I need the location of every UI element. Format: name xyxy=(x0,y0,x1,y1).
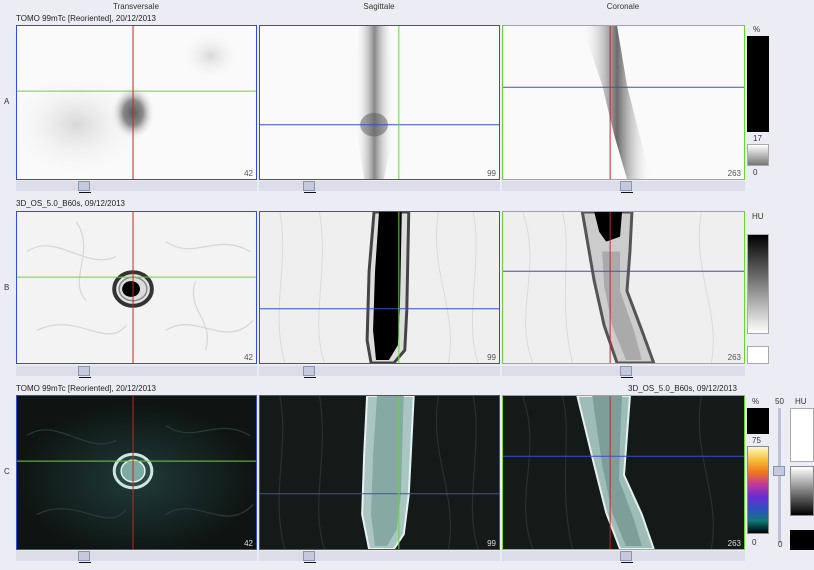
row-a-scale-unit: % xyxy=(753,25,761,34)
row-b-coronal-slider[interactable] xyxy=(502,366,745,378)
row-c-scale-top xyxy=(747,408,769,434)
slice-number: 263 xyxy=(727,353,741,362)
row-a-coronal-slider[interactable] xyxy=(502,181,745,193)
row-b-sagittal-view[interactable]: 99 xyxy=(259,211,500,364)
row-c-title-right: 3D_OS_5.0_B60s, 09/12/2013 xyxy=(628,384,737,393)
row-a-coronal-view[interactable]: 263 xyxy=(502,25,745,180)
row-b-title: 3D_OS_5.0_B60s, 09/12/2013 xyxy=(16,199,125,208)
row-c-scale-unit: % xyxy=(752,397,760,406)
column-header-transverse: Transversale xyxy=(113,2,159,11)
slider-thumb[interactable] xyxy=(620,366,633,378)
spect-sagittal-image xyxy=(260,26,499,179)
slice-number: 263 xyxy=(727,169,741,178)
row-b-sagittal-slider[interactable] xyxy=(259,366,500,378)
ct-sagittal-image xyxy=(260,212,499,363)
row-c-scale-value: 75 xyxy=(752,436,761,445)
row-c-hu-unit: HU xyxy=(795,397,807,406)
row-c-coronal-slider[interactable] xyxy=(502,551,745,563)
row-c-color-scale[interactable] xyxy=(747,446,769,534)
slider-thumb[interactable] xyxy=(303,181,316,193)
row-c-label: C xyxy=(4,467,10,476)
row-a-title: TOMO 99mTc [Reoriented], 20/12/2013 xyxy=(16,14,156,23)
slider-thumb[interactable] xyxy=(620,181,633,193)
row-c-coronal-view[interactable]: 263 xyxy=(502,395,745,550)
slice-number: 99 xyxy=(487,539,496,548)
row-c-hu-window-top xyxy=(790,408,814,462)
mix-slider-thumb[interactable] xyxy=(773,466,785,476)
row-b-intensity-scale[interactable] xyxy=(747,234,769,334)
row-a-scale-min: 0 xyxy=(753,168,758,177)
row-a-sagittal-view[interactable]: 99 xyxy=(259,25,500,180)
spect-transverse-image xyxy=(17,26,256,179)
ct-coronal-image xyxy=(503,212,744,363)
row-a-sagittal-slider[interactable] xyxy=(259,181,500,193)
spect-coronal-image xyxy=(503,26,744,179)
row-a-scale-gradient[interactable] xyxy=(747,144,769,166)
slider-thumb[interactable] xyxy=(303,366,316,378)
row-b-transverse-slider[interactable] xyxy=(16,366,257,378)
column-header-sagittal: Sagittale xyxy=(363,2,395,11)
slider-thumb[interactable] xyxy=(78,551,91,563)
row-c-transverse-slider[interactable] xyxy=(16,551,257,563)
row-c-scale-min: 0 xyxy=(752,538,757,547)
row-a-intensity-scale xyxy=(747,36,769,132)
row-c-title-left: TOMO 99mTc [Reoriented], 20/12/2013 xyxy=(16,384,156,393)
row-b-scale-unit: HU xyxy=(752,212,764,221)
column-header-coronal: Coronale xyxy=(606,2,640,11)
row-b-label: B xyxy=(4,283,10,292)
slice-number: 42 xyxy=(244,539,253,548)
slice-number: 99 xyxy=(487,353,496,362)
row-a-transverse-slider[interactable] xyxy=(16,181,257,193)
slider-thumb[interactable] xyxy=(620,551,633,563)
row-c-hu-scale[interactable] xyxy=(790,466,814,516)
slice-number: 42 xyxy=(244,353,253,362)
slice-number: 99 xyxy=(487,169,496,178)
row-c-hu-window-bottom xyxy=(790,530,814,550)
row-c-sagittal-view[interactable]: 99 xyxy=(259,395,500,550)
row-c-sagittal-slider[interactable] xyxy=(259,551,500,563)
fusion-transverse-image xyxy=(17,396,256,549)
mix-min: 0 xyxy=(778,540,783,549)
fusion-sagittal-image xyxy=(260,396,499,549)
slider-thumb[interactable] xyxy=(78,366,91,378)
fusion-coronal-image xyxy=(503,396,744,549)
row-b-transverse-view[interactable]: 42 xyxy=(16,211,257,364)
row-b-scale-window xyxy=(747,346,769,364)
slice-number: 42 xyxy=(244,169,253,178)
ct-transverse-image xyxy=(17,212,256,363)
row-a-scale-value: 17 xyxy=(753,134,762,143)
row-a-label: A xyxy=(4,97,10,106)
row-c-transverse-view[interactable]: 42 xyxy=(16,395,257,550)
row-a-transverse-view[interactable]: 42 xyxy=(16,25,257,180)
slider-thumb[interactable] xyxy=(78,181,91,193)
row-b-coronal-view[interactable]: 263 xyxy=(502,211,745,364)
slider-thumb[interactable] xyxy=(303,551,316,563)
slice-number: 263 xyxy=(727,539,741,548)
mix-value: 50 xyxy=(775,397,784,406)
